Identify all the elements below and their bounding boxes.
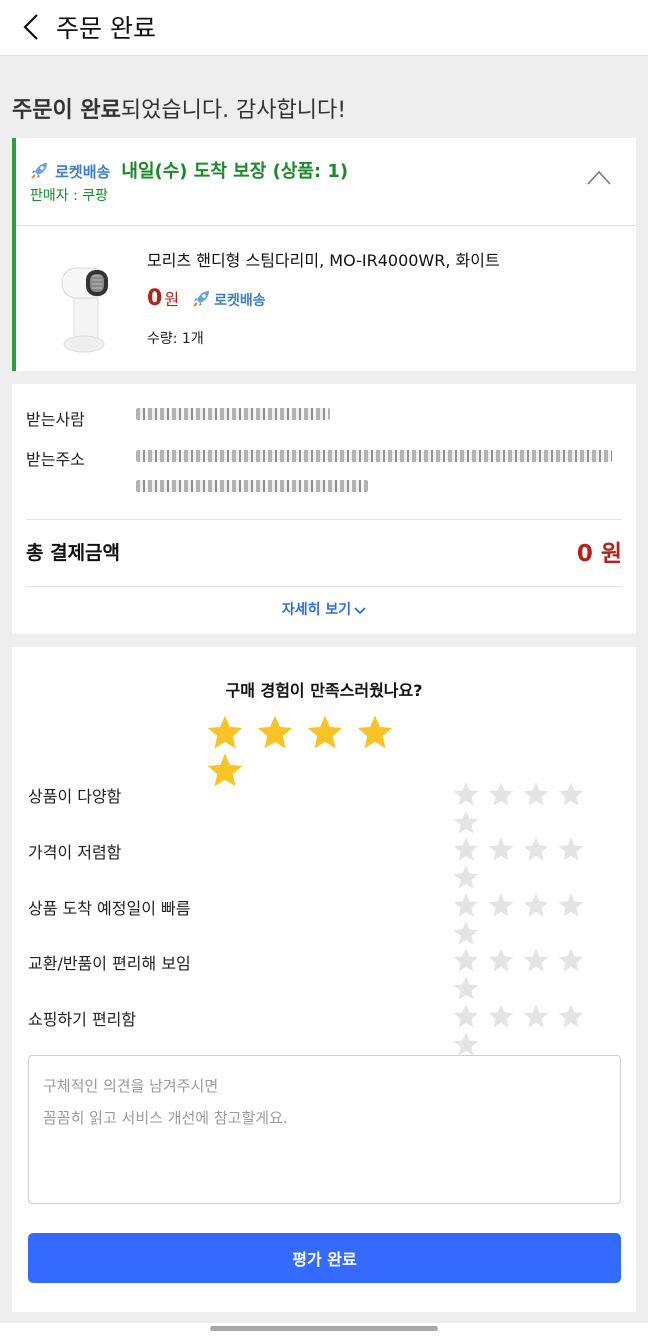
order-complete-message: 주문이 완료되었습니다. 감사합니다! bbox=[12, 92, 346, 124]
divider bbox=[26, 519, 622, 520]
star-icon[interactable] bbox=[452, 1030, 480, 1058]
star-icon[interactable] bbox=[522, 891, 550, 919]
home-indicator[interactable] bbox=[210, 1326, 438, 1331]
chevron-left-icon[interactable] bbox=[18, 12, 48, 42]
total-payment-label: 총 결제금액 bbox=[26, 542, 121, 564]
seller-label: 판매자 : 쿠팡 bbox=[30, 188, 109, 204]
price-currency: 원 bbox=[164, 290, 180, 309]
criterion-convenience: 쇼핑하기 편리함 bbox=[28, 1010, 137, 1029]
star-icon[interactable] bbox=[452, 1002, 480, 1030]
star-icon[interactable] bbox=[205, 751, 245, 789]
order-complete-bold: 주문이 완료 bbox=[12, 98, 121, 123]
recipient-address-label: 받는주소 bbox=[26, 450, 85, 469]
rocket-delivery-label: 로켓배송 bbox=[55, 163, 111, 181]
star-icon[interactable] bbox=[452, 974, 480, 1002]
criterion-delivery-stars[interactable] bbox=[452, 891, 624, 945]
survey-question: 구매 경험이 만족스러웠나요? bbox=[225, 681, 423, 700]
divider bbox=[26, 586, 622, 587]
star-icon[interactable] bbox=[557, 946, 585, 974]
product-name[interactable]: 모리츠 핸디형 스팀다리미, MO-IR4000WR, 화이트 bbox=[147, 247, 500, 271]
criterion-delivery: 상품 도착 예정일이 빠름 bbox=[28, 899, 191, 918]
criterion-price-stars[interactable] bbox=[452, 835, 624, 889]
product-rocket-badge: 로켓배송 bbox=[214, 293, 266, 309]
star-icon[interactable] bbox=[452, 863, 480, 891]
recipient-name-label: 받는사람 bbox=[26, 410, 85, 429]
rocket-icon bbox=[31, 163, 47, 179]
product-price: 0원 로켓배송 bbox=[147, 286, 266, 311]
submit-rating-button[interactable]: 평가 완료 bbox=[28, 1233, 621, 1283]
star-icon[interactable] bbox=[522, 835, 550, 863]
view-details-label: 자세히 보기 bbox=[281, 602, 352, 618]
product-image[interactable] bbox=[52, 256, 122, 356]
product-quantity: 수량: 1개 bbox=[147, 331, 204, 347]
star-icon[interactable] bbox=[452, 835, 480, 863]
star-icon[interactable] bbox=[557, 780, 585, 808]
feedback-textarea[interactable] bbox=[28, 1055, 621, 1204]
star-icon[interactable] bbox=[452, 780, 480, 808]
chevron-up-icon[interactable] bbox=[586, 168, 612, 186]
star-icon[interactable] bbox=[522, 1002, 550, 1030]
star-icon[interactable] bbox=[255, 713, 295, 751]
top-bar: 주문 완료 bbox=[0, 0, 648, 56]
star-icon[interactable] bbox=[557, 1002, 585, 1030]
star-icon[interactable] bbox=[305, 713, 345, 751]
criterion-variety-stars[interactable] bbox=[452, 780, 624, 834]
star-icon[interactable] bbox=[452, 891, 480, 919]
delivery-card: 로켓배송 내일(수) 도착 보장 (상품: 1) 판매자 : 쿠팡 모리츠 핸디… bbox=[12, 138, 636, 371]
recipient-address-redacted-line2 bbox=[136, 480, 368, 492]
star-icon[interactable] bbox=[487, 835, 515, 863]
order-complete-rest: 되었습니다. 감사합니다! bbox=[120, 98, 347, 123]
rocket-icon bbox=[193, 291, 210, 307]
chevron-down-icon bbox=[354, 607, 366, 615]
star-icon[interactable] bbox=[452, 808, 480, 836]
view-details-link[interactable]: 자세히 보기 bbox=[12, 599, 636, 619]
criterion-price: 가격이 저렴함 bbox=[28, 843, 122, 862]
star-icon[interactable] bbox=[452, 946, 480, 974]
page-title: 주문 완료 bbox=[56, 14, 156, 43]
total-payment-value: 0 원 bbox=[576, 541, 622, 567]
recipient-card: 받는사람 받는주소 총 결제금액 0 원 자세히 보기 bbox=[12, 384, 636, 634]
star-icon[interactable] bbox=[557, 891, 585, 919]
star-icon[interactable] bbox=[487, 780, 515, 808]
star-icon[interactable] bbox=[487, 1002, 515, 1030]
overall-rating-stars[interactable] bbox=[205, 713, 445, 787]
star-icon[interactable] bbox=[487, 946, 515, 974]
star-icon[interactable] bbox=[522, 780, 550, 808]
delivery-header[interactable]: 로켓배송 내일(수) 도착 보장 (상품: 1) 판매자 : 쿠팡 bbox=[16, 138, 636, 226]
criterion-returns-stars[interactable] bbox=[452, 946, 624, 1000]
recipient-name-redacted bbox=[136, 408, 330, 420]
star-icon[interactable] bbox=[522, 946, 550, 974]
star-icon[interactable] bbox=[452, 919, 480, 947]
satisfaction-survey: 구매 경험이 만족스러웠나요? 상품이 다양함 가격이 저렴함 상품 도착 예정… bbox=[12, 647, 636, 1312]
recipient-address-redacted-line1 bbox=[136, 450, 612, 462]
star-icon[interactable] bbox=[557, 835, 585, 863]
arrival-guarantee: 내일(수) 도착 보장 (상품: 1) bbox=[121, 161, 349, 182]
star-icon[interactable] bbox=[487, 891, 515, 919]
star-icon[interactable] bbox=[205, 713, 245, 751]
star-icon[interactable] bbox=[355, 713, 395, 751]
criterion-returns: 교환/반품이 편리해 보임 bbox=[28, 954, 191, 973]
criterion-convenience-stars[interactable] bbox=[452, 1002, 624, 1056]
price-value: 0 bbox=[147, 286, 163, 311]
criterion-variety: 상품이 다양함 bbox=[28, 787, 122, 806]
